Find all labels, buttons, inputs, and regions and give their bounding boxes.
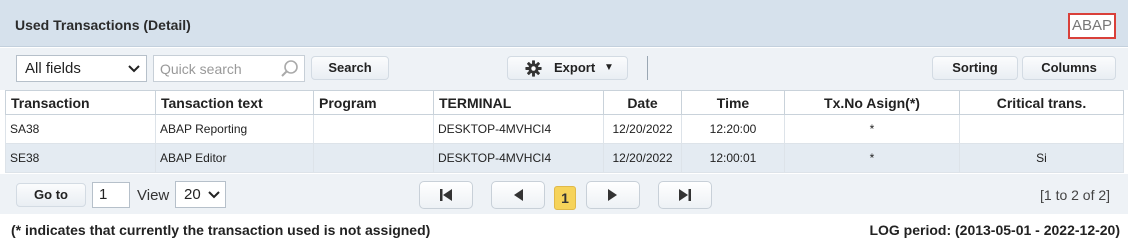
cell-transaction-text: ABAP Reporting: [155, 114, 314, 144]
cell-time: 12:20:00: [681, 114, 785, 144]
column-header-time[interactable]: Time: [681, 90, 785, 115]
column-header-terminal[interactable]: TERMINAL: [433, 90, 604, 115]
panel-header: Used Transactions (Detail) ABAP: [0, 0, 1128, 47]
cell-time: 12:00:01: [681, 143, 785, 173]
first-page-button[interactable]: [419, 181, 473, 209]
view-label: View: [137, 187, 170, 204]
cell-date: 12/20/2022: [603, 143, 682, 173]
abap-badge[interactable]: ABAP: [1068, 13, 1116, 39]
chevron-down-icon: [208, 184, 220, 215]
cell-terminal: DESKTOP-4MVHCI4: [433, 114, 604, 144]
column-header-date[interactable]: Date: [603, 90, 682, 115]
column-header-transaction[interactable]: Transaction: [5, 90, 156, 115]
previous-page-button[interactable]: [491, 181, 545, 209]
table-row[interactable]: SE38 ABAP Editor DESKTOP-4MVHCI4 12/20/2…: [5, 143, 1124, 173]
cell-critical: Si: [959, 143, 1124, 173]
cell-not-assigned: *: [784, 143, 960, 173]
search-icon[interactable]: [280, 59, 300, 82]
assignment-note: (* indicates that currently the transact…: [11, 222, 431, 238]
table-header-row: Transaction Tansaction text Program TERM…: [5, 90, 1124, 115]
pagination-bar: Go to 1 View 20 1 [1 to 2 of 2]: [0, 174, 1128, 214]
next-page-button[interactable]: [586, 181, 640, 209]
caret-down-icon: ▼: [604, 62, 614, 73]
column-header-transaction-text[interactable]: Tansaction text: [155, 90, 314, 115]
column-header-not-assigned[interactable]: Tx.No Asign(*): [784, 90, 960, 115]
first-page-icon: [440, 189, 452, 201]
export-label: Export: [554, 60, 596, 75]
quick-search-placeholder: Quick search: [160, 61, 242, 77]
current-page-indicator[interactable]: 1: [554, 186, 576, 210]
log-period: LOG period: (2013-05-01 - 2022-12-20): [869, 222, 1120, 238]
cell-critical: [959, 114, 1124, 144]
table-row[interactable]: SA38 ABAP Reporting DESKTOP-4MVHCI4 12/2…: [5, 114, 1124, 144]
page-size-value: 20: [184, 186, 201, 203]
export-button[interactable]: Export ▼: [507, 56, 628, 80]
last-page-button[interactable]: [658, 181, 712, 209]
cell-transaction: SA38: [5, 114, 156, 144]
transactions-table: Transaction Tansaction text Program TERM…: [5, 90, 1124, 173]
toolbar-divider: [647, 56, 648, 80]
chevron-down-icon: [128, 58, 140, 89]
cell-date: 12/20/2022: [603, 114, 682, 144]
cell-transaction-text: ABAP Editor: [155, 143, 314, 173]
next-page-icon: [608, 189, 617, 201]
field-select-value: All fields: [25, 60, 81, 77]
columns-button[interactable]: Columns: [1022, 56, 1116, 80]
cell-program: [313, 143, 434, 173]
gear-icon: [525, 60, 542, 84]
search-button[interactable]: Search: [311, 56, 389, 80]
field-select[interactable]: All fields: [16, 55, 147, 82]
last-page-icon: [679, 189, 691, 201]
page-title: Used Transactions (Detail): [15, 17, 191, 33]
goto-button[interactable]: Go to: [16, 183, 86, 207]
cell-not-assigned: *: [784, 114, 960, 144]
sorting-button[interactable]: Sorting: [932, 56, 1018, 80]
quick-search-input[interactable]: Quick search: [153, 55, 305, 82]
column-header-critical[interactable]: Critical trans.: [959, 90, 1124, 115]
previous-page-icon: [514, 189, 523, 201]
record-range: [1 to 2 of 2]: [1040, 187, 1111, 203]
footer: (* indicates that currently the transact…: [0, 214, 1128, 241]
cell-program: [313, 114, 434, 144]
page-size-select[interactable]: 20: [175, 181, 226, 208]
column-header-program[interactable]: Program: [313, 90, 434, 115]
cell-terminal: DESKTOP-4MVHCI4: [433, 143, 604, 173]
goto-page-input[interactable]: 1: [92, 182, 130, 208]
cell-transaction: SE38: [5, 143, 156, 173]
